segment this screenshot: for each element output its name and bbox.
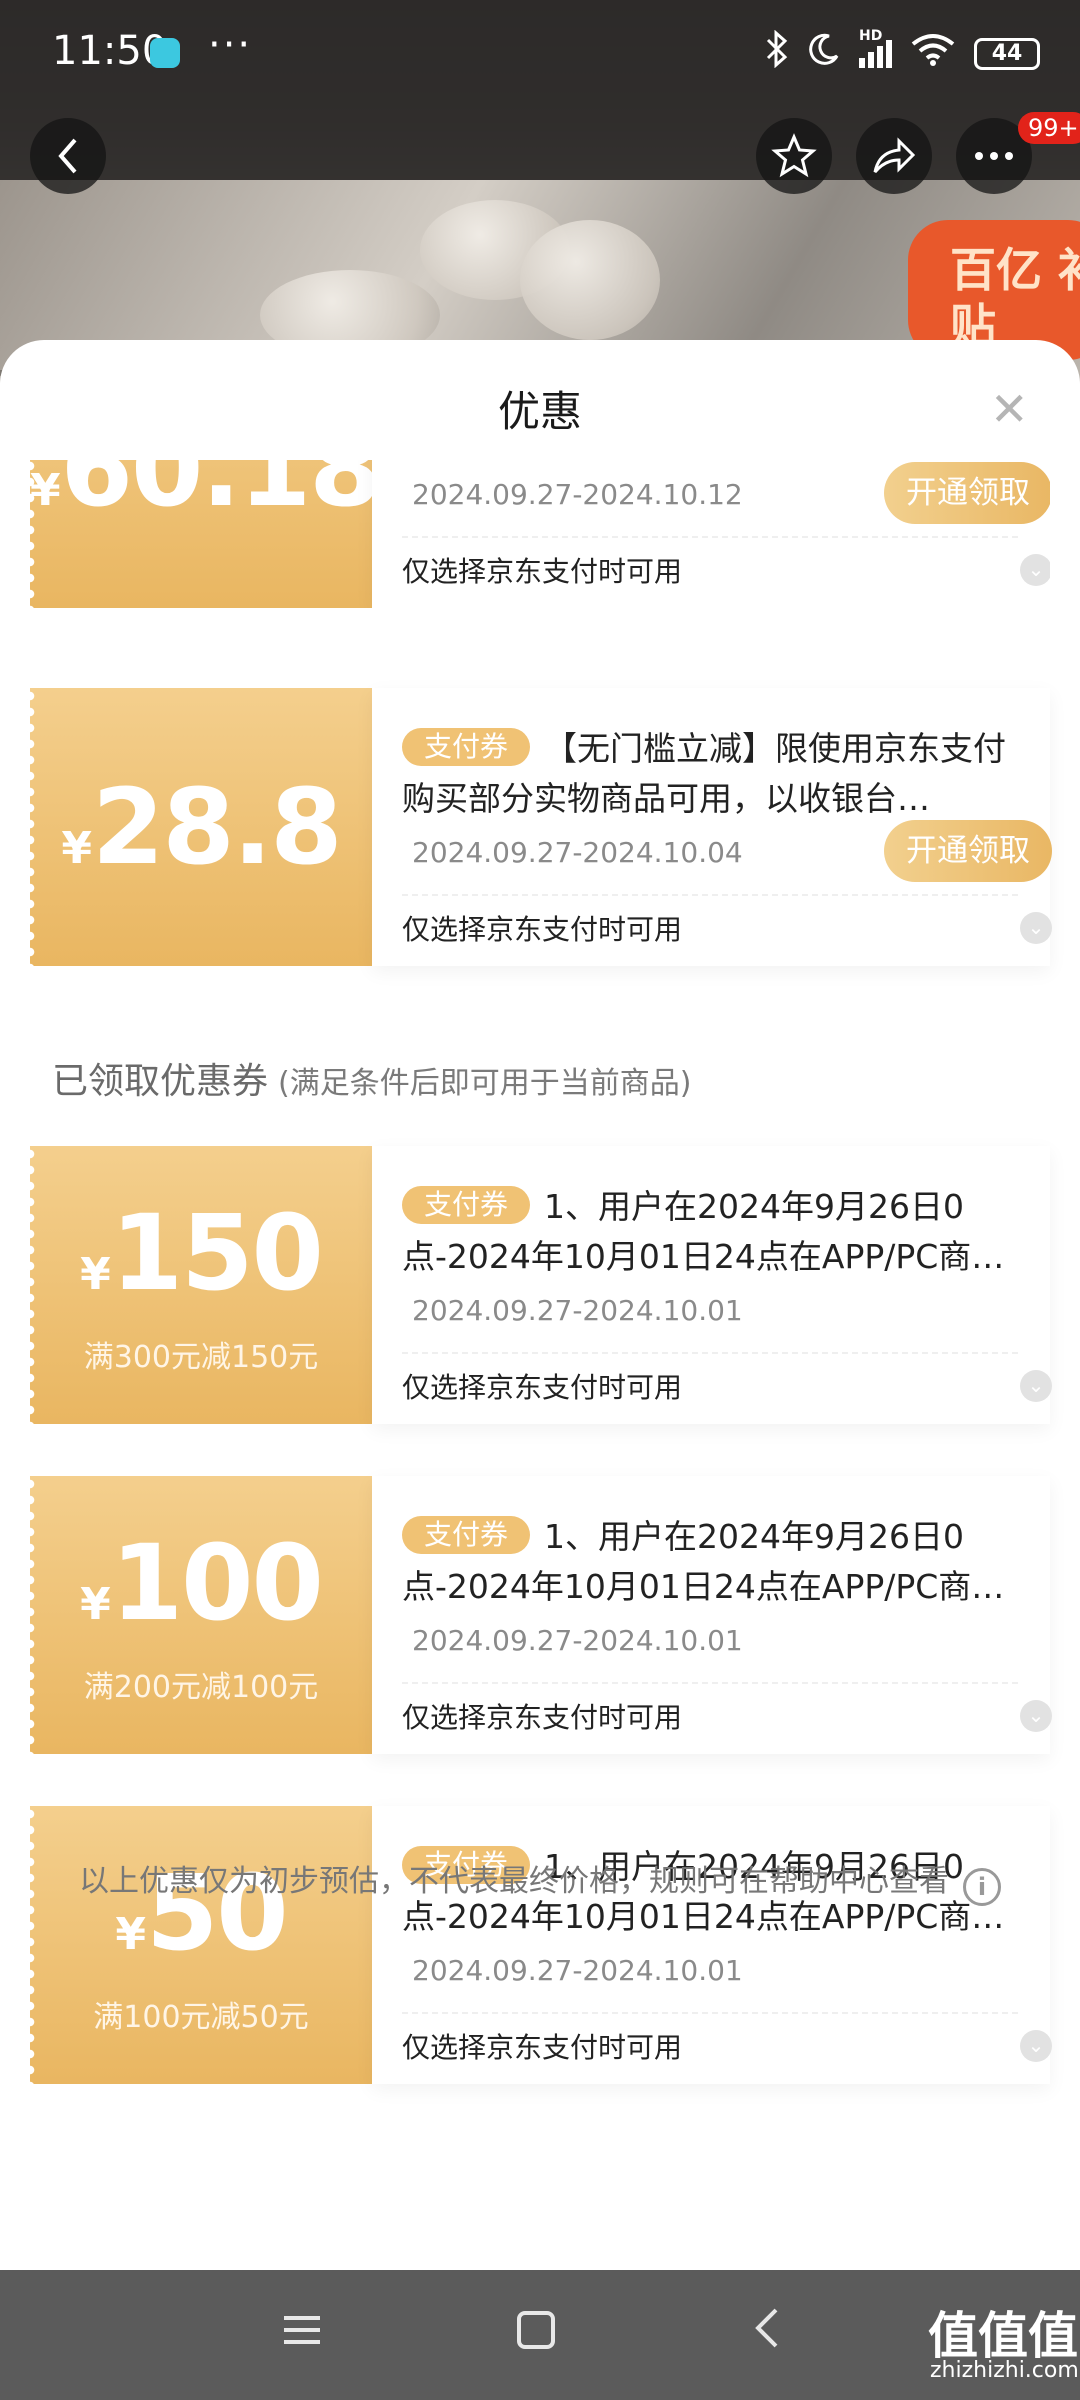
- coupon-note: 仅选择京东支付时可用: [402, 913, 683, 946]
- network-type: HD: [859, 27, 883, 44]
- status-more-icon: ···: [208, 22, 253, 68]
- plate-image: [520, 220, 660, 340]
- divider: [402, 1682, 1018, 1684]
- coupon-date-range: 2024.09.27-2024.10.01: [412, 1624, 743, 1657]
- coupon-tag: 支付券: [402, 1186, 531, 1224]
- coupon-note: 仅选择京东支付时可用: [402, 1371, 683, 1404]
- coupon-card: ¥100 满200元减100元 支付券 1、用户在2024年9月26日0点-202…: [24, 1476, 1052, 1754]
- divider: [402, 2012, 1018, 2014]
- coupon-amount-panel: ¥28.8: [24, 688, 372, 966]
- expand-chevron-icon[interactable]: ⌄: [1020, 1370, 1052, 1402]
- coupon-description: 支付券 1、用户在2024年9月26日0点-2024年10月01日24点在APP/…: [402, 1516, 1005, 1606]
- coupon-condition: 满100元减50元: [93, 2000, 309, 2035]
- coupon-date-range: 2024.09.27-2024.10.01: [412, 1294, 743, 1327]
- info-icon[interactable]: i: [963, 1868, 1001, 1906]
- back-button[interactable]: [30, 118, 106, 194]
- share-icon: [873, 137, 916, 173]
- status-bar: 11:50 ··· HD 44: [0, 0, 1080, 100]
- message-count-badge: 99+: [1018, 112, 1080, 144]
- expand-chevron-icon[interactable]: ⌄: [1020, 912, 1052, 944]
- coupon-amount-panel: ¥100 满200元减100元: [24, 1476, 372, 1754]
- coupon-card: ¥150 满300元减150元 支付券 1、用户在2024年9月26日0点-202…: [24, 1146, 1052, 1424]
- coupon-detail-panel: 支付券 【无门槛立减】限使用京东支付购买部分实物商品可用，以收银台… 2024.0…: [372, 688, 1052, 966]
- share-button[interactable]: [856, 118, 932, 194]
- coupon-amount: ¥150: [80, 1192, 324, 1314]
- star-icon: [771, 133, 817, 178]
- system-back-icon[interactable]: [752, 2304, 782, 2362]
- coupon-note: 仅选择京东支付时可用: [402, 1701, 683, 1734]
- coupon-tag: 支付券: [402, 728, 531, 766]
- coupon-amount: ¥28.8: [61, 766, 342, 888]
- coupon-date-range: 2024.09.27-2024.10.12: [412, 478, 743, 511]
- claim-button[interactable]: 开通领取: [884, 820, 1052, 882]
- divider: [402, 536, 1018, 538]
- chevron-left-icon: [58, 138, 77, 174]
- divider: [402, 1352, 1018, 1354]
- coupon-tag: 支付券: [402, 1516, 531, 1554]
- coupon-note: 仅选择京东支付时可用: [402, 555, 683, 588]
- moon-icon: [807, 32, 841, 75]
- coupon-detail-panel: 支付券 1、用户在2024年9月26日0点-2024年10月01日24点在APP/…: [372, 1476, 1052, 1754]
- coupon-card: ¥50 满100元减50元 支付券 1、用户在2024年9月26日0点-2024年…: [24, 1806, 1052, 2084]
- favorite-button[interactable]: [756, 118, 832, 194]
- coupon-card: ¥28.8 支付券 【无门槛立减】限使用京东支付购买部分实物商品可用，以收银台… …: [24, 688, 1052, 966]
- coupon-detail-panel: 支付券 1、用户在2024年9月26日0点-2024年10月01日24点在APP/…: [372, 1146, 1052, 1424]
- home-icon[interactable]: [516, 2304, 556, 2362]
- status-icons: HD 44: [765, 28, 1040, 77]
- expand-chevron-icon[interactable]: ⌄: [1020, 1700, 1052, 1732]
- coupon-date-range: 2024.09.27-2024.10.04: [412, 836, 743, 869]
- signal-icon: HD: [859, 28, 892, 68]
- expand-chevron-icon[interactable]: ⌄: [1020, 554, 1050, 586]
- close-icon[interactable]: ✕: [990, 382, 1029, 436]
- watermark-domain: zhizhizhi.com: [930, 2358, 1079, 2383]
- coupon-amount: ¥100: [80, 1522, 324, 1644]
- claim-button[interactable]: 开通领取: [884, 462, 1050, 524]
- coupon-amount-panel: ¥150 满300元减150元: [24, 1146, 372, 1424]
- coupon-amount-panel: ¥50 满100元减50元: [24, 1806, 372, 2084]
- wifi-icon: [910, 32, 956, 75]
- coupon-description: 支付券 【无门槛立减】限使用京东支付购买部分实物商品可用，以收银台…: [402, 728, 1007, 818]
- discount-sheet: 优惠 ✕ ¥60.18 用于购买部分实物商品可用，以收银台结… 2024.09.…: [0, 340, 1080, 2270]
- app-notification-icon: [150, 38, 180, 68]
- bluetooth-icon: [765, 29, 789, 77]
- received-section-header: 已领取优惠券 (满足条件后即可用于当前商品): [52, 1061, 692, 1102]
- disclaimer: 以上优惠仅为初步预估，不代表最终价格，规则可在帮助中心查看 i: [0, 1856, 1080, 1906]
- system-nav-bar: [0, 2270, 1080, 2400]
- coupon-detail-panel: 支付券 1、用户在2024年9月26日0点-2024年10月01日24点在APP/…: [372, 1806, 1052, 2084]
- more-dots-icon: [975, 152, 1013, 160]
- expand-chevron-icon[interactable]: ⌄: [1020, 2030, 1052, 2062]
- coupon-date-range: 2024.09.27-2024.10.01: [412, 1954, 743, 1987]
- coupon-condition: 满300元减150元: [83, 1340, 319, 1375]
- divider: [402, 894, 1018, 896]
- coupon-condition: 满200元减100元: [83, 1670, 319, 1705]
- battery-icon: 44: [974, 37, 1040, 70]
- coupon-description: 支付券 1、用户在2024年9月26日0点-2024年10月01日24点在APP/…: [402, 1186, 1005, 1276]
- menu-icon[interactable]: [282, 2304, 322, 2362]
- sheet-title: 优惠: [497, 387, 582, 436]
- subsidy-badge: 百亿 补贴: [908, 220, 1080, 360]
- coupon-note: 仅选择京东支付时可用: [402, 2031, 683, 2064]
